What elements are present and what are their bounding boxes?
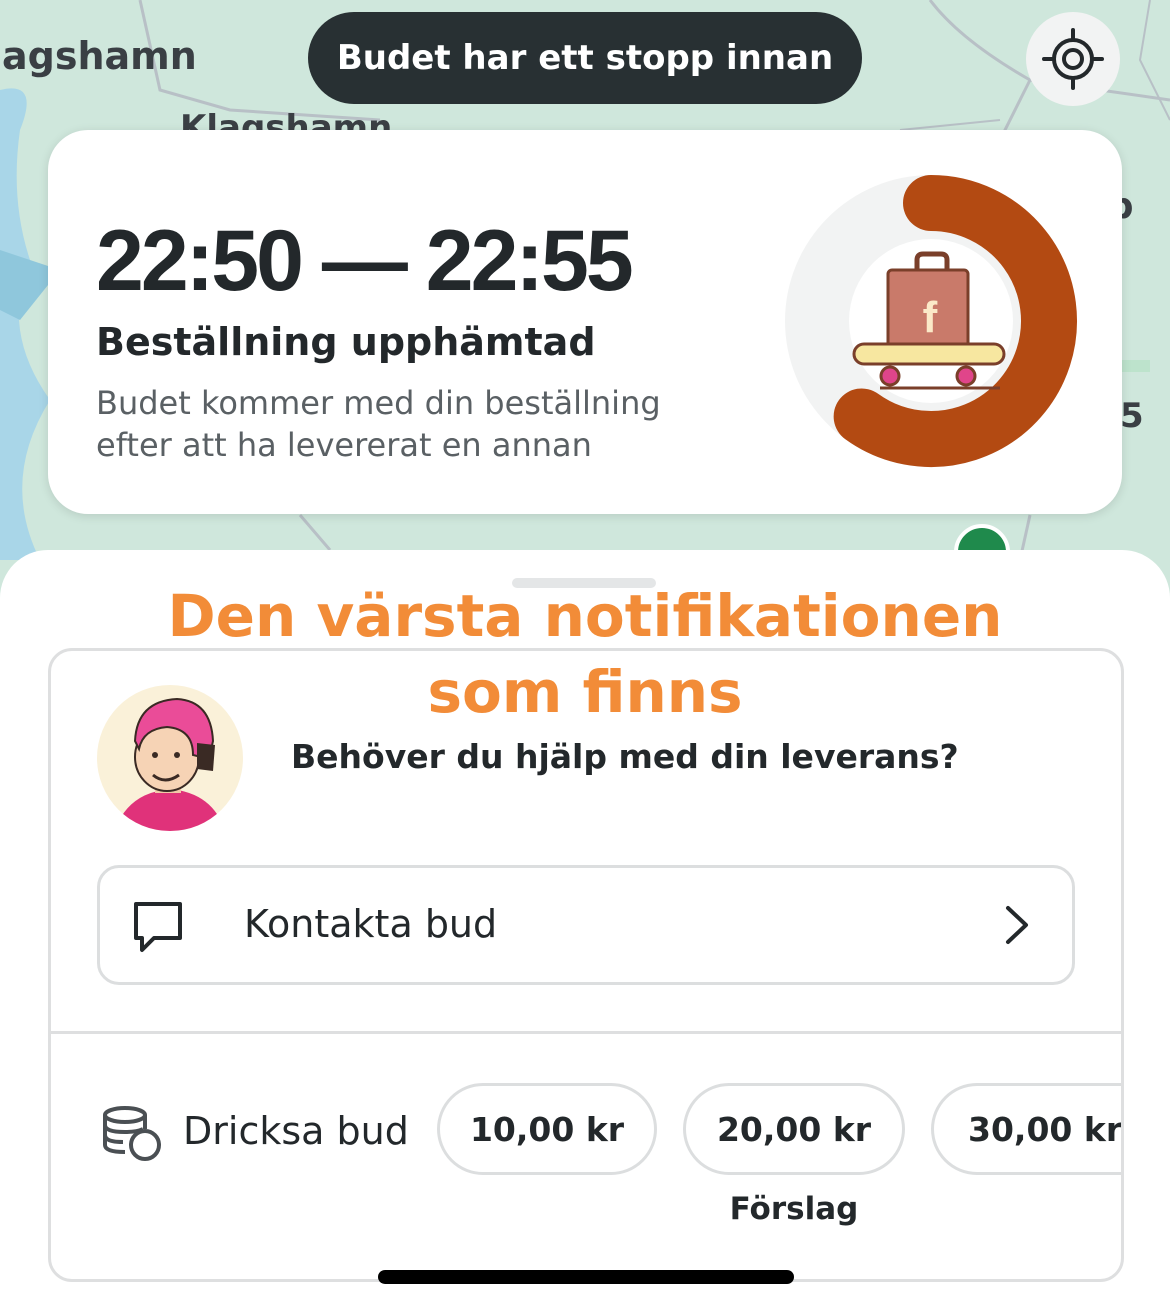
chevron-right-icon — [1006, 906, 1028, 944]
order-status-description: Budet kommer med din beställning efter a… — [96, 384, 661, 464]
help-card: Behöver du hjälp med din leverans? Konta… — [48, 648, 1124, 1282]
tip-label: Dricksa bud — [183, 1109, 409, 1153]
overlay-caption-line-2: som finns — [427, 658, 743, 726]
svg-text:f: f — [923, 293, 938, 342]
map-label-agshamn: agshamn — [2, 34, 197, 78]
locate-button[interactable] — [1026, 12, 1120, 106]
map-label-5: 5 — [1120, 396, 1144, 436]
overlay-caption-line-1: Den värsta notifikationen — [167, 582, 1003, 650]
chat-bubble-icon — [134, 902, 182, 952]
status-banner: Budet har ett stopp innan — [308, 12, 862, 104]
tip-suggested-label: Förslag — [729, 1191, 859, 1227]
tip-option-10[interactable]: 10,00 kr — [437, 1083, 657, 1175]
tip-option-30[interactable]: 30,00 kr — [931, 1083, 1121, 1175]
bottom-sheet: Behöver du hjälp med din leverans? Konta… — [0, 550, 1170, 1310]
tip-option-20[interactable]: 20,00 kr — [683, 1083, 905, 1175]
coins-icon — [103, 1106, 161, 1161]
order-status: Beställning upphämtad — [96, 320, 596, 364]
overlay-caption: Den värsta notifikationen som finns — [0, 578, 1170, 730]
delivery-progress: f — [784, 174, 1078, 468]
home-indicator[interactable] — [378, 1270, 794, 1284]
crosshair-icon — [1042, 28, 1104, 90]
eta-time-range: 22:50 — 22:55 — [96, 213, 634, 309]
section-divider — [51, 1031, 1121, 1034]
help-question: Behöver du hjälp med din leverans? — [291, 737, 959, 776]
contact-courier-label: Kontakta bud — [244, 902, 498, 946]
eta-card: 22:50 — 22:55 Beställning upphämtad Bude… — [48, 130, 1122, 514]
contact-courier-button[interactable]: Kontakta bud — [97, 865, 1075, 985]
